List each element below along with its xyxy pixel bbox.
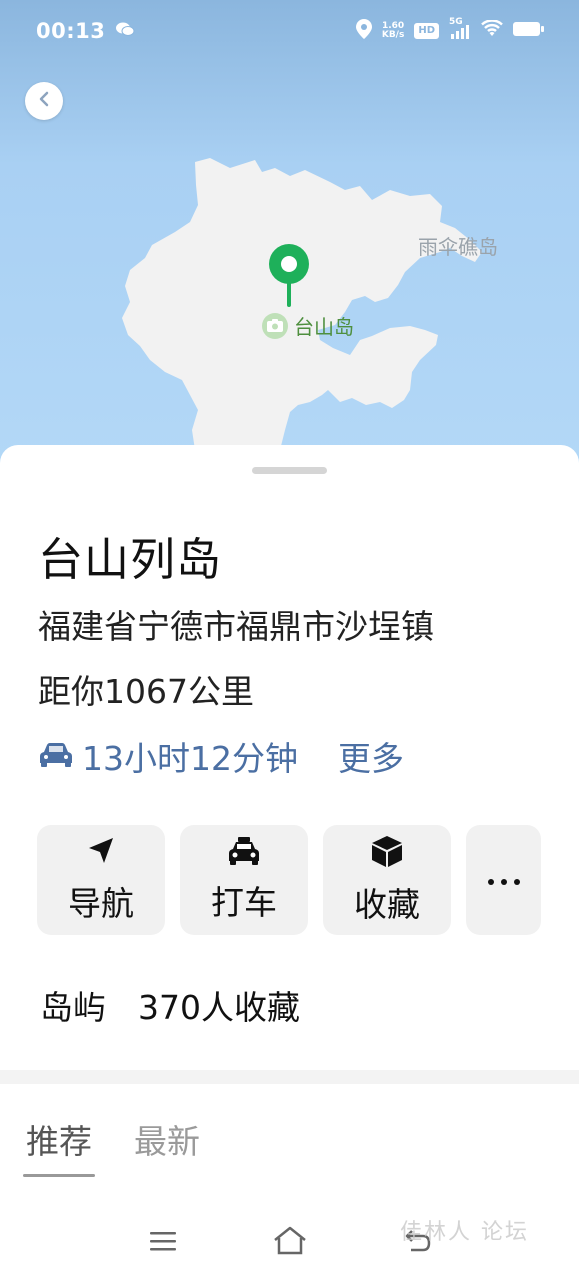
place-detail-sheet: 台山列岛 福建省宁德市福鼎市沙埕镇 距你1067公里 13小时12分钟 更多 导… [0,445,579,1280]
taxi-icon [226,836,262,870]
chevron-left-icon [37,91,51,111]
map-view[interactable]: 00:13 1.60 KB/s HD 5G 雨伞礁岛 台山岛 [0,0,579,470]
drive-time: 13小时12分钟 [82,739,298,778]
tab-recommended[interactable]: 推荐 [23,1115,95,1177]
more-actions-button[interactable] [466,825,541,935]
map-label-main-text: 台山岛 [294,315,354,339]
car-icon [38,737,74,776]
more-routes-link[interactable]: 更多 [338,732,404,780]
home-icon[interactable] [272,1226,308,1260]
favorites-count: 370人收藏 [138,988,300,1027]
box-icon [370,834,404,872]
hd-badge: HD [414,23,439,39]
location-pin-icon[interactable] [266,243,312,313]
speed-unit: KB/s [381,30,405,40]
map-label-main[interactable]: 台山岛 [262,311,354,340]
camera-icon [262,312,288,339]
taxi-button[interactable]: 打车 [180,825,308,935]
place-address: 福建省宁德市福鼎市沙埕镇 [38,607,434,646]
section-divider [0,1070,579,1084]
drag-handle[interactable] [252,467,327,474]
watermark: 佳林人 论坛 [400,1220,529,1245]
back-button[interactable] [25,82,63,120]
place-meta: 岛屿 370人收藏 [40,981,300,1029]
network-speed: 1.60 KB/s [382,22,404,40]
favorite-label: 收藏 [354,885,420,924]
navigate-label: 导航 [68,884,134,923]
place-name: 台山列岛 [38,533,223,586]
wechat-icon [115,21,135,41]
battery-icon [513,21,545,41]
taxi-label: 打车 [211,883,277,922]
menu-icon[interactable] [149,1230,177,1256]
place-category: 岛屿 [40,988,106,1027]
map-label-minor[interactable]: 雨伞礁岛 [418,231,498,260]
location-icon [355,19,372,43]
navigate-button[interactable]: 导航 [37,825,165,935]
drive-route-row[interactable]: 13小时12分钟 更多 [38,732,404,780]
place-distance: 距你1067公里 [38,672,254,711]
wifi-icon [481,19,503,42]
tab-latest[interactable]: 最新 [134,1115,200,1177]
action-buttons: 导航 打车 收藏 [37,825,541,935]
navigation-arrow-icon [85,835,117,871]
status-time: 00:13 [36,19,106,43]
status-bar: 00:13 1.60 KB/s HD 5G [0,0,579,62]
more-dots-icon [487,871,521,890]
network-type: 5G [449,17,463,27]
feed-tabs: 推荐 最新 [23,1115,200,1177]
favorite-button[interactable]: 收藏 [323,825,451,935]
signal-icon: 5G [449,17,471,39]
